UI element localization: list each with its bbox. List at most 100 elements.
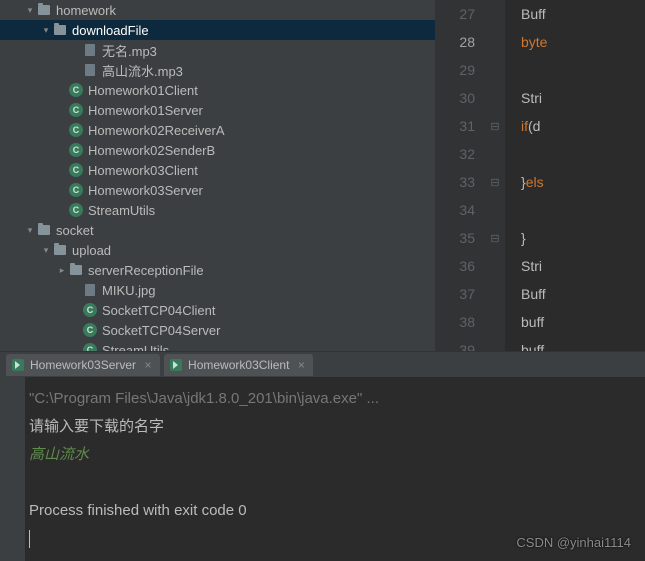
tree-item[interactable]: ▾ upload <box>0 240 435 260</box>
fold-marker-icon[interactable]: ⊟ <box>485 168 505 196</box>
line-number: 37 <box>435 280 475 308</box>
fold-marker-icon <box>485 252 505 280</box>
tree-item[interactable]: ▸ serverReceptionFile <box>0 260 435 280</box>
code-line[interactable]: if(d <box>521 112 645 140</box>
code-line[interactable]: byte <box>521 28 645 56</box>
code-line[interactable]: buff <box>521 336 645 351</box>
tree-item-label: 高山流水.mp3 <box>102 61 183 80</box>
tree-item-label: Homework03Server <box>88 183 203 198</box>
tree-item-label: Homework03Client <box>88 163 198 178</box>
tree-item-label: homework <box>56 3 116 18</box>
tree-item-label: 无名.mp3 <box>102 41 157 60</box>
line-number: 28 <box>435 28 475 56</box>
tree-item[interactable]: MIKU.jpg <box>0 280 435 300</box>
code-line[interactable]: Stri <box>521 84 645 112</box>
tree-item-label: MIKU.jpg <box>102 283 155 298</box>
console-tab-server[interactable]: Homework03Server × <box>6 354 160 376</box>
fold-marker-icon <box>485 140 505 168</box>
console-tabs: Homework03Server × Homework03Client × <box>0 351 645 377</box>
fold-marker-icon <box>485 84 505 112</box>
close-icon[interactable]: × <box>295 358 307 372</box>
code-line[interactable]: Stri <box>521 252 645 280</box>
code-line[interactable]: }els <box>521 168 645 196</box>
tree-item[interactable]: CHomework03Client <box>0 160 435 180</box>
tree-item-label: StreamUtils <box>88 203 155 218</box>
class-icon: C <box>82 303 98 317</box>
tree-item[interactable]: CSocketTCP04Client <box>0 300 435 320</box>
tree-item-label: Homework01Client <box>88 83 198 98</box>
expand-arrow-icon[interactable]: ▾ <box>40 25 52 36</box>
tree-item[interactable]: CHomework01Server <box>0 100 435 120</box>
code-line[interactable]: Buff <box>521 280 645 308</box>
fold-marker-icon[interactable]: ⊟ <box>485 224 505 252</box>
code-line[interactable] <box>521 56 645 84</box>
code-line[interactable] <box>521 140 645 168</box>
tree-item-label: upload <box>72 243 111 258</box>
code-line[interactable]: Buff <box>521 0 645 28</box>
line-number: 32 <box>435 140 475 168</box>
tree-item[interactable]: CHomework02SenderB <box>0 140 435 160</box>
fold-marker-icon <box>485 280 505 308</box>
folder-icon <box>52 25 68 35</box>
tree-item[interactable]: C StreamUtils <box>0 200 435 220</box>
tree-item[interactable]: ▾ downloadFile <box>0 20 435 40</box>
tree-item[interactable]: ▾ homework <box>0 0 435 20</box>
tree-item[interactable]: CHomework02ReceiverA <box>0 120 435 140</box>
folder-icon <box>68 265 84 275</box>
code-line[interactable]: } <box>521 224 645 252</box>
tree-item[interactable]: CStreamUtils <box>0 340 435 351</box>
expand-arrow-icon[interactable]: ▸ <box>56 265 68 276</box>
code-line[interactable]: buff <box>521 308 645 336</box>
tree-item[interactable]: C Homework03Server <box>0 180 435 200</box>
line-number: 38 <box>435 308 475 336</box>
tree-item[interactable]: 高山流水.mp3 <box>0 60 435 80</box>
fold-marker-icon <box>485 196 505 224</box>
expand-arrow-icon[interactable]: ▾ <box>24 225 36 236</box>
console-user-input: 高山流水 <box>29 441 641 469</box>
file-icon <box>82 44 98 56</box>
tree-item-label: downloadFile <box>72 23 149 38</box>
tree-item[interactable]: ▾socket <box>0 220 435 240</box>
console-exit-message: Process finished with exit code 0 <box>29 497 641 525</box>
line-number: 34 <box>435 196 475 224</box>
class-icon: C <box>68 203 84 217</box>
console-prompt: 请输入要下载的名字 <box>29 413 641 441</box>
console-gutter <box>0 377 25 561</box>
console-output[interactable]: "C:\Program Files\Java\jdk1.8.0_201\bin\… <box>25 377 645 561</box>
expand-arrow-icon[interactable]: ▾ <box>24 5 36 16</box>
fold-marker-icon[interactable]: ⊟ <box>485 112 505 140</box>
code-line[interactable] <box>521 196 645 224</box>
line-number: 30 <box>435 84 475 112</box>
fold-column[interactable]: ⊟ ⊟ ⊟ <box>485 0 505 351</box>
close-icon[interactable]: × <box>142 358 154 372</box>
folder-icon <box>36 5 52 15</box>
tree-item-label: SocketTCP04Server <box>102 323 221 338</box>
expand-arrow-icon[interactable]: ▾ <box>40 245 52 256</box>
line-number: 27 <box>435 0 475 28</box>
tree-item-label: serverReceptionFile <box>88 263 204 278</box>
line-gutter: 27282930313233343536373839 <box>435 0 485 351</box>
tree-item-label: Homework01Server <box>88 103 203 118</box>
class-icon: C <box>82 343 98 351</box>
console-java-path: "C:\Program Files\Java\jdk1.8.0_201\bin\… <box>29 385 641 413</box>
class-icon: C <box>68 183 84 197</box>
console-tab-label: Homework03Client <box>188 358 289 372</box>
tree-item[interactable]: CSocketTCP04Server <box>0 320 435 340</box>
line-number: 35 <box>435 224 475 252</box>
tree-item[interactable]: CHomework01Client <box>0 80 435 100</box>
folder-icon <box>36 225 52 235</box>
code-area[interactable]: BuffbyteStriif(d}els}StriBuffbuffbuff <box>505 0 645 351</box>
console-panel: "C:\Program Files\Java\jdk1.8.0_201\bin\… <box>0 377 645 561</box>
tree-item[interactable]: 无名.mp3 <box>0 40 435 60</box>
fold-marker-icon <box>485 0 505 28</box>
console-tab-client[interactable]: Homework03Client × <box>164 354 313 376</box>
run-icon <box>170 359 182 371</box>
console-tab-label: Homework03Server <box>30 358 136 372</box>
fold-marker-icon <box>485 336 505 351</box>
class-icon: C <box>68 123 84 137</box>
code-editor[interactable]: 27282930313233343536373839 ⊟⊟⊟ BuffbyteS… <box>435 0 645 351</box>
line-number: 29 <box>435 56 475 84</box>
line-number: 36 <box>435 252 475 280</box>
fold-marker-icon <box>485 308 505 336</box>
project-tree[interactable]: ▾homework▾downloadFile无名.mp3高山流水.mp3CHom… <box>0 0 435 351</box>
